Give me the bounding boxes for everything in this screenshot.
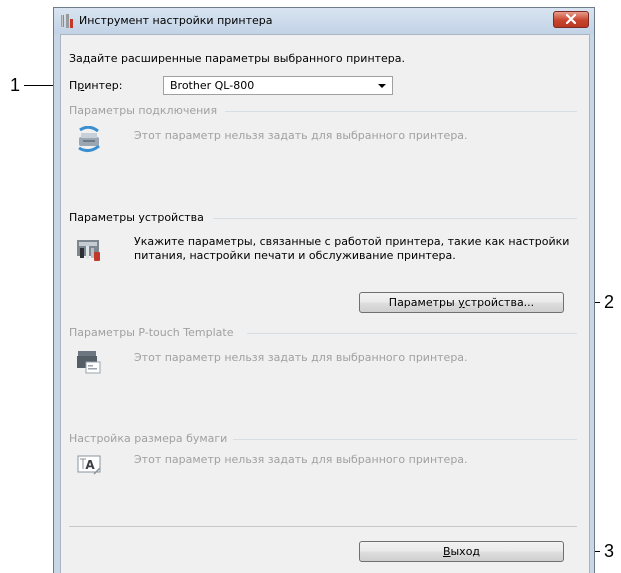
- device-section-title: Параметры устройства: [69, 211, 204, 224]
- paper-section-divider: [233, 439, 577, 440]
- ptouch-section-divider: [247, 333, 577, 334]
- connection-section-title: Параметры подключения: [69, 104, 218, 117]
- connection-section-divider: [225, 111, 577, 112]
- device-section-text-line2: питания, настройки печати и обслуживание…: [134, 249, 456, 262]
- printer-tool-icon: [61, 14, 73, 28]
- printer-label: Принтер:: [69, 79, 123, 92]
- paper-section-title: Настройка размера бумаги: [69, 432, 228, 445]
- chevron-down-icon: [378, 84, 386, 88]
- title-bar[interactable]: Инструмент настройки принтера: [54, 8, 594, 34]
- ptouch-section-text: Этот параметр нельзя задать для выбранно…: [134, 351, 468, 364]
- device-section-divider: [213, 218, 577, 219]
- paper-section-text: Этот параметр нельзя задать для выбранно…: [134, 453, 468, 466]
- callout-2: 2: [604, 292, 615, 312]
- device-section-text-line1: Укажите параметры, связанные с работой п…: [134, 235, 570, 248]
- ptouch-section-title: Параметры P-touch Template: [69, 326, 234, 339]
- exit-button[interactable]: Выход: [359, 541, 564, 562]
- intro-text: Задайте расширенные параметры выбранного…: [69, 52, 406, 65]
- close-icon: [565, 13, 577, 25]
- printer-select[interactable]: Brother QL-800: [163, 76, 393, 95]
- svg-text:A: A: [85, 458, 95, 472]
- device-settings-button[interactable]: Параметры устройства...: [359, 292, 564, 313]
- close-button[interactable]: [553, 11, 589, 28]
- paper-size-icon: A: [77, 455, 101, 475]
- connection-section-text: Этот параметр нельзя задать для выбранно…: [134, 129, 468, 142]
- printer-select-value: Brother QL-800: [170, 79, 255, 92]
- dialog-client-area: Задайте расширенные параметры выбранного…: [60, 34, 590, 573]
- ptouch-template-icon: [77, 351, 101, 374]
- connection-icon: [78, 126, 100, 153]
- page: 1 2 3 Инструмент настройки принтера Зада…: [0, 0, 621, 573]
- footer-separator: [69, 526, 577, 527]
- callout-3: 3: [604, 541, 615, 561]
- callout-1: 1: [10, 75, 21, 95]
- window-title: Инструмент настройки принтера: [79, 14, 273, 27]
- device-settings-icon: [77, 240, 100, 261]
